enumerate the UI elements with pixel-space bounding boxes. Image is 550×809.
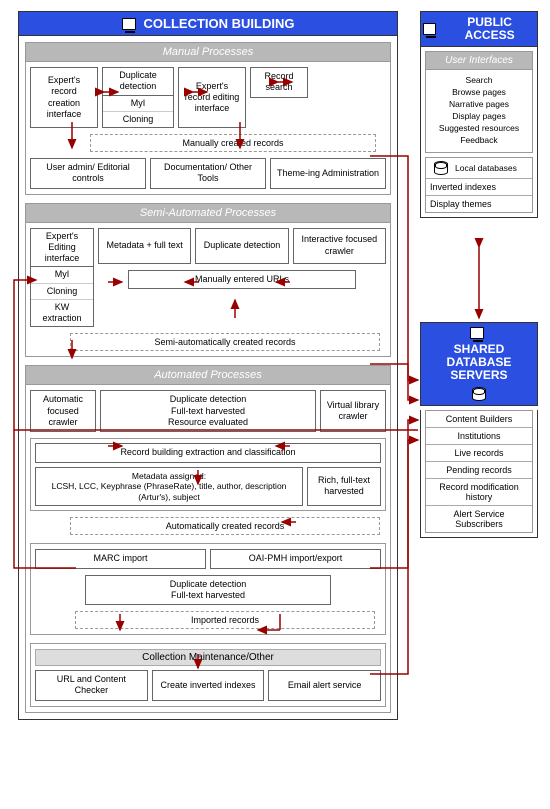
content-builders: Content Builders	[426, 411, 532, 427]
alert: Alert Service Subscribers	[426, 505, 532, 532]
public-access-panel: PUBLIC ACCESS User Interfaces Search Bro…	[420, 11, 538, 218]
display: Display pages	[430, 111, 528, 123]
monitor-icon	[423, 23, 436, 35]
auto-crawler: Automatic focused crawler	[30, 390, 96, 432]
feedback: Feedback	[430, 135, 528, 147]
shared-list: Content Builders Institutions Live recor…	[425, 410, 533, 533]
auto-title: Automated Processes	[25, 365, 391, 385]
email-alert: Email alert service	[268, 670, 381, 701]
pa-body: User Interfaces Search Browse pages Narr…	[420, 47, 538, 217]
rich-fulltext: Rich, full-text harvested	[307, 467, 381, 507]
browse: Browse pages	[430, 87, 528, 99]
monitor-icon	[470, 327, 484, 339]
ui-list: Search Browse pages Narrative pages Disp…	[425, 70, 533, 152]
suggested: Suggested resources	[430, 123, 528, 135]
inverted-indexes: Inverted indexes	[426, 178, 532, 195]
url-checker: URL and Content Checker	[35, 670, 148, 701]
live-records: Live records	[426, 444, 532, 461]
semi-dup: Duplicate detection	[195, 228, 288, 264]
semi-metadata: Metadata + full text	[98, 228, 191, 264]
record-search: Record search	[250, 67, 308, 98]
cloning: Cloning	[103, 111, 173, 127]
manual-section: Expert's record creation interface Dupli…	[25, 62, 391, 195]
semi-section: Expert's Editing interface MyI Cloning K…	[25, 223, 391, 358]
oai: OAI-PMH import/export	[210, 549, 381, 568]
myi: MyI	[103, 96, 173, 111]
history: Record modification history	[426, 478, 532, 505]
database-icon	[434, 161, 448, 175]
semi-cloning: Cloning	[31, 283, 93, 299]
cb-title-text: COLLECTION BUILDING	[144, 16, 295, 31]
local-db-group: Local databases Inverted indexes Display…	[425, 157, 533, 213]
dup-detect-stack: Duplicate detection MyI Cloning	[102, 67, 174, 128]
semi-editing: Expert's Editing interface	[31, 229, 93, 268]
record-building-group: Record building extraction and classific…	[30, 438, 386, 511]
metadata-assigned: Metadata assigned: LCSH, LCC, Keyphrase …	[35, 467, 303, 507]
semi-myi: MyI	[31, 267, 93, 282]
dup-fulltext: Duplicate detection Full-text harvested	[85, 575, 331, 606]
auto-section: Automatic focused crawler Duplicate dete…	[25, 385, 391, 712]
pending: Pending records	[426, 461, 532, 478]
record-building: Record building extraction and classific…	[35, 443, 381, 462]
semi-created-records: Semi-automatically created records	[70, 333, 380, 351]
editing-iface: Expert's record editing interface	[178, 67, 246, 128]
import-group: MARC import OAI-PMH import/export Duplic…	[30, 543, 386, 635]
collection-building-panel: COLLECTION BUILDING Manual Processes Exp…	[18, 11, 398, 720]
semi-kw: KW extraction	[31, 299, 93, 327]
maintenance-group: Collection Maintenance/Other URL and Con…	[30, 643, 386, 707]
cb-body: Manual Processes Expert's record creatio…	[18, 36, 398, 720]
manual-created-records: Manually created records	[90, 134, 376, 152]
create-indexes: Create inverted indexes	[152, 670, 265, 701]
theming: Theme-ing Administration	[270, 158, 386, 189]
imported-records: Imported records	[75, 611, 375, 629]
local-db: Local databases	[455, 163, 517, 173]
narrative: Narrative pages	[430, 99, 528, 111]
pa-title: PUBLIC ACCESS	[420, 11, 538, 47]
documentation: Documentation/ Other Tools	[150, 158, 266, 189]
institutions: Institutions	[426, 427, 532, 444]
shared-title: SHARED DATABASE SERVERS	[420, 322, 538, 406]
manual-title: Manual Processes	[25, 42, 391, 62]
auto-created-records: Automatically created records	[70, 517, 380, 535]
pa-title-text: PUBLIC ACCESS	[444, 16, 535, 42]
auto-dup-eval: Duplicate detection Full-text harvested …	[100, 390, 316, 432]
shared-body: Content Builders Institutions Live recor…	[420, 410, 538, 538]
semi-urls: Manually entered URLs	[128, 270, 356, 289]
collection-building-title: COLLECTION BUILDING	[18, 11, 398, 36]
semi-crawler: Interactive focused crawler	[293, 228, 386, 264]
shared-title-text: SHARED DATABASE SERVERS	[423, 343, 535, 383]
shared-db-panel: SHARED DATABASE SERVERS Content Builders…	[420, 322, 538, 538]
search: Search	[430, 75, 528, 87]
database-icon	[472, 387, 486, 401]
creation-iface: Expert's record creation interface	[30, 67, 98, 128]
virtual-crawler: Virtual library crawler	[320, 390, 386, 432]
user-admin: User admin/ Editorial controls	[30, 158, 146, 189]
dup-detect: Duplicate detection	[103, 68, 173, 96]
monitor-icon	[122, 18, 136, 30]
display-themes: Display themes	[426, 195, 532, 212]
semi-editing-stack: Expert's Editing interface MyI Cloning K…	[30, 228, 94, 328]
maint-title: Collection Maintenance/Other	[35, 649, 381, 666]
ui-title: User Interfaces	[425, 51, 533, 70]
marc: MARC import	[35, 549, 206, 568]
semi-title: Semi-Automated Processes	[25, 203, 391, 223]
